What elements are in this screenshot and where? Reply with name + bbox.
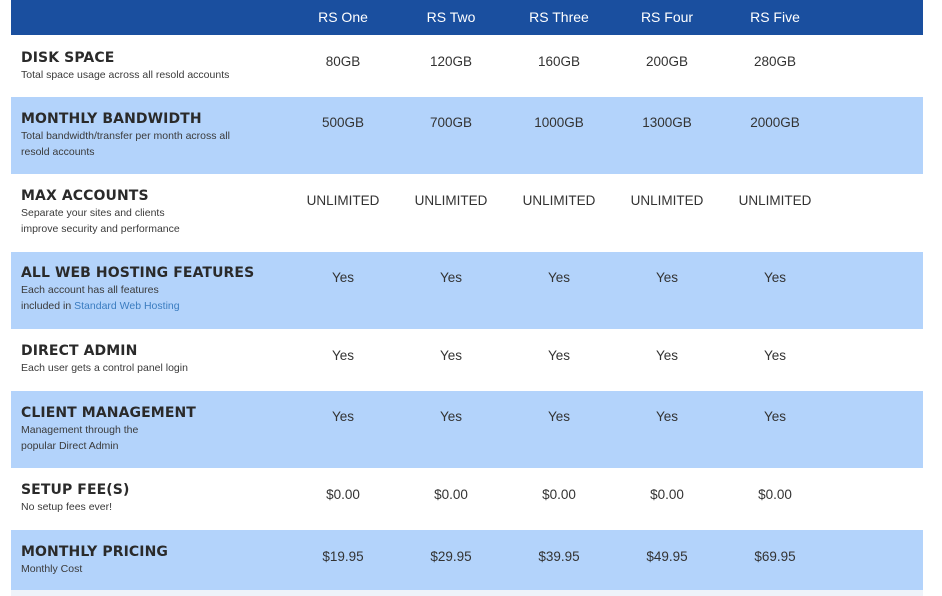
row-description: Total bandwidth/transfer per month acros… [21, 130, 230, 158]
cell-value: Yes [331, 348, 355, 363]
cell-value: 2000GB [750, 115, 800, 130]
cell-value: Yes [655, 270, 679, 285]
row-title: SETUP FEE(S) [21, 482, 130, 498]
row-title: MONTHLY BANDWIDTH [21, 111, 202, 127]
row-label: CLIENT MANAGEMENT Management through the… [21, 405, 196, 454]
cell-value: $39.95 [538, 549, 580, 564]
cell-value: Yes [547, 409, 571, 424]
cell-value: Yes [655, 409, 679, 424]
cell-value: Yes [331, 270, 355, 285]
row-title: ALL WEB HOSTING FEATURES [21, 265, 255, 281]
cell-value: $0.00 [326, 487, 360, 502]
row-label: MAX ACCOUNTS Separate your sites and cli… [21, 188, 180, 237]
cell-value: 500GB [321, 115, 365, 130]
cell-value: Yes [439, 270, 463, 285]
table-row: SETUP FEE(S) No setup fees ever! $0.00 $… [11, 468, 923, 530]
cell-value: $69.95 [754, 549, 796, 564]
cell-value: Yes [331, 409, 355, 424]
cell-value: Yes [547, 270, 571, 285]
cell-value: 280GB [753, 54, 797, 69]
column-header-rs-two: RS Two [426, 9, 476, 25]
cell-value: Yes [439, 348, 463, 363]
row-label: ALL WEB HOSTING FEATURES Each account ha… [21, 265, 254, 314]
cell-value: Yes [439, 409, 463, 424]
table-row: DISK SPACE Total space usage across all … [11, 35, 923, 97]
cell-value: Yes [763, 270, 787, 285]
cell-value: $49.95 [646, 549, 688, 564]
cell-value: UNLIMITED [522, 193, 596, 208]
cell-value: 120GB [429, 54, 473, 69]
cell-value: 160GB [537, 54, 581, 69]
cell-value: UNLIMITED [414, 193, 488, 208]
column-header-rs-four: RS Four [640, 9, 694, 25]
cell-value: Yes [655, 348, 679, 363]
table-row: ALL WEB HOSTING FEATURES Each account ha… [11, 252, 923, 329]
cell-value: $0.00 [542, 487, 576, 502]
cell-value: Yes [763, 409, 787, 424]
cell-value: UNLIMITED [306, 193, 380, 208]
cell-value: UNLIMITED [738, 193, 812, 208]
row-title: CLIENT MANAGEMENT [21, 405, 196, 421]
table-row: MONTHLY PRICING Monthly Cost $19.95 $29.… [11, 530, 923, 590]
row-description: No setup fees ever! [21, 501, 113, 513]
cell-value: $19.95 [322, 549, 364, 564]
cell-value: 1300GB [642, 115, 692, 130]
row-description: Total space usage across all resold acco… [21, 69, 230, 81]
cell-value: $0.00 [434, 487, 468, 502]
row-description: Each user gets a control panel login [21, 362, 188, 374]
table-bottom-edge [11, 590, 923, 596]
row-title: DIRECT ADMIN [21, 343, 138, 359]
row-label: SETUP FEE(S) No setup fees ever! [21, 482, 129, 515]
row-label: MONTHLY BANDWIDTH Total bandwidth/transf… [21, 111, 230, 160]
row-description: Separate your sites and clients improve … [21, 207, 180, 235]
table-row: MONTHLY BANDWIDTH Total bandwidth/transf… [11, 97, 923, 174]
cell-value: 1000GB [534, 115, 584, 130]
row-label: MONTHLY PRICING Monthly Cost [21, 544, 168, 577]
cell-value: $0.00 [758, 487, 792, 502]
row-label: DISK SPACE Total space usage across all … [21, 50, 229, 83]
cell-value: UNLIMITED [630, 193, 704, 208]
table-row: DIRECT ADMIN Each user gets a control pa… [11, 329, 923, 391]
comparison-table: RS One RS Two RS Three RS Four RS Five D… [11, 0, 923, 590]
cell-value: $29.95 [430, 549, 472, 564]
column-header-rs-one: RS One [318, 9, 368, 25]
cell-value: 700GB [429, 115, 473, 130]
row-title: DISK SPACE [21, 50, 115, 66]
standard-web-hosting-link[interactable]: Standard Web Hosting [74, 300, 179, 312]
cell-value: 200GB [645, 54, 689, 69]
column-header-rs-five: RS Five [750, 9, 800, 25]
cell-value: 80GB [325, 54, 361, 69]
row-description: Monthly Cost [21, 563, 83, 575]
row-label: DIRECT ADMIN Each user gets a control pa… [21, 343, 188, 376]
cell-value: $0.00 [650, 487, 684, 502]
row-title: MAX ACCOUNTS [21, 188, 149, 204]
table-header: RS One RS Two RS Three RS Four RS Five [11, 0, 923, 35]
cell-value: Yes [547, 348, 571, 363]
row-description: Management through the popular Direct Ad… [21, 424, 139, 452]
table-row: CLIENT MANAGEMENT Management through the… [11, 391, 923, 468]
cell-value: Yes [763, 348, 787, 363]
row-description: Each account has all features included i… [21, 282, 254, 314]
table-row: MAX ACCOUNTS Separate your sites and cli… [11, 174, 923, 252]
row-title: MONTHLY PRICING [21, 544, 169, 560]
column-header-rs-three: RS Three [529, 9, 589, 25]
